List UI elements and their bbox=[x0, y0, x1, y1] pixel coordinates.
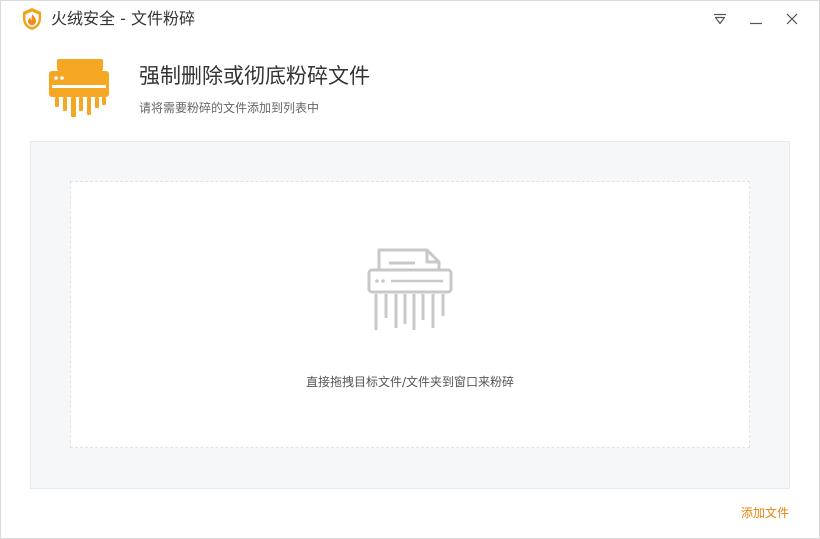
close-button[interactable] bbox=[779, 7, 805, 31]
drop-hint-text: 直接拖拽目标文件/文件夹到窗口来粉碎 bbox=[305, 375, 515, 389]
page-title: 强制删除或彻底粉碎文件 bbox=[139, 64, 370, 88]
shredder-outline-icon bbox=[367, 246, 453, 334]
page-subtitle: 请将需要粉碎的文件添加到列表中 bbox=[139, 101, 320, 115]
dropdown-menu-icon bbox=[713, 13, 727, 25]
close-icon bbox=[785, 12, 799, 26]
file-list-panel[interactable]: 直接拖拽目标文件/文件夹到窗口来粉碎 bbox=[30, 141, 790, 489]
shredder-icon bbox=[49, 58, 109, 120]
title-bar[interactable]: 火绒安全 - 文件粉碎 bbox=[1, 1, 819, 37]
huorong-flame-logo-icon bbox=[21, 7, 43, 31]
dropdown-menu-button[interactable] bbox=[707, 7, 733, 31]
drop-zone[interactable]: 直接拖拽目标文件/文件夹到窗口来粉碎 bbox=[70, 181, 750, 448]
file-shredder-window: 火绒安全 - 文件粉碎 强制删除或彻底粉碎文件 请将需要粉碎的文件添加到列表中 … bbox=[0, 0, 820, 539]
minimize-button[interactable] bbox=[743, 7, 769, 31]
window-title: 火绒安全 - 文件粉碎 bbox=[51, 9, 195, 28]
minimize-icon bbox=[749, 13, 763, 25]
add-file-link[interactable]: 添加文件 bbox=[741, 505, 789, 521]
